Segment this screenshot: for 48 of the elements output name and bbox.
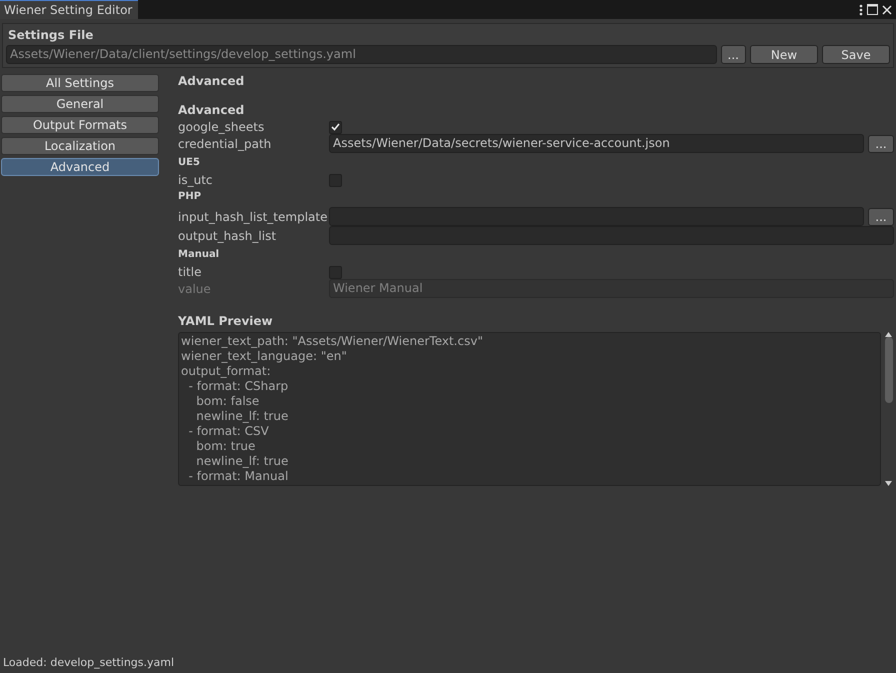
field-label: title bbox=[178, 265, 202, 279]
checkbox[interactable] bbox=[329, 266, 342, 278]
section-title: Advanced bbox=[178, 102, 246, 119]
code-line: newline_lf: true bbox=[195, 409, 290, 424]
field-label: google_sheets bbox=[178, 120, 266, 134]
new-button[interactable]: New bbox=[750, 45, 818, 64]
code-line: - format: Manual bbox=[188, 469, 290, 484]
panel-title: Advanced bbox=[178, 73, 246, 90]
browse-button[interactable]: ... bbox=[720, 45, 746, 64]
group-label: UE5 bbox=[178, 156, 201, 170]
code-line: bom: false bbox=[195, 394, 260, 409]
file-path-field[interactable]: Assets/Wiener/Data/client/settings/develop_settings.yaml bbox=[6, 45, 717, 64]
maximize-icon[interactable] bbox=[867, 4, 878, 15]
text-field[interactable]: Assets/Wiener/Data/secrets/wiener-service-account.json bbox=[329, 134, 864, 153]
field-label: credential_path bbox=[178, 136, 272, 150]
code-line: output_format: bbox=[181, 364, 272, 379]
sidebar-item[interactable]: Output Formats bbox=[1, 116, 159, 134]
field-label: value bbox=[178, 282, 212, 296]
check-icon bbox=[331, 123, 340, 131]
field-label: input_hash_list_template bbox=[178, 210, 328, 224]
field-label: is_utc bbox=[178, 173, 214, 187]
close-icon[interactable] bbox=[882, 4, 892, 14]
browse-button[interactable]: ... bbox=[868, 134, 894, 152]
scrollbar[interactable] bbox=[883, 332, 894, 486]
checkbox[interactable] bbox=[329, 120, 342, 134]
code-line: bom: true bbox=[195, 439, 256, 454]
group-label: PHP bbox=[178, 190, 202, 204]
checkbox[interactable] bbox=[329, 174, 342, 186]
browse-button[interactable]: ... bbox=[868, 208, 894, 226]
code-line: - format: CSV bbox=[188, 424, 270, 439]
sidebar-item[interactable]: Advanced bbox=[1, 158, 159, 176]
text-field[interactable] bbox=[329, 226, 894, 245]
status-text: Loaded: develop_settings.yaml bbox=[2, 655, 176, 671]
code-line: wiener_text_language: "en" bbox=[181, 349, 348, 364]
window-tab[interactable]: Wiener Setting Editor bbox=[0, 0, 138, 19]
save-button[interactable]: Save bbox=[822, 45, 890, 64]
field-label: output_hash_list bbox=[178, 228, 278, 242]
scroll-down-icon bbox=[885, 481, 892, 486]
sidebar-item[interactable]: All Settings bbox=[1, 74, 159, 92]
code-line: - format: CSharp bbox=[188, 379, 290, 394]
section-title: Settings File bbox=[8, 28, 94, 42]
group-label: Manual bbox=[178, 248, 220, 262]
code-line: newline_lf: true bbox=[195, 454, 290, 469]
sidebar-item[interactable]: General bbox=[1, 95, 159, 113]
sidebar-item[interactable]: Localization bbox=[1, 137, 159, 155]
more-options-icon[interactable] bbox=[859, 4, 863, 16]
section-title: YAML Preview bbox=[178, 313, 274, 330]
code-line: wiener_text_path: "Assets/Wiener/WienerText.csv" bbox=[181, 334, 484, 349]
